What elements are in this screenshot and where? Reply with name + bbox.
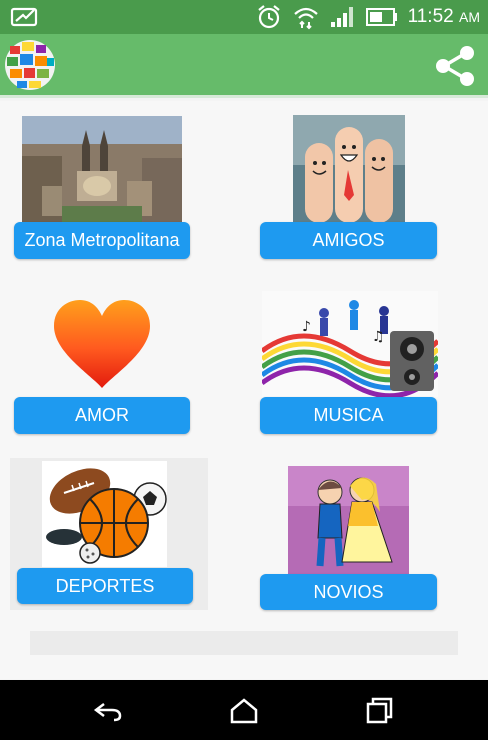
red-heart-icon	[54, 300, 150, 388]
svg-text:♪: ♪	[302, 319, 311, 335]
deportes-button[interactable]: DEPORTES	[17, 568, 193, 604]
share-icon[interactable]	[432, 44, 478, 88]
home-icon[interactable]	[228, 696, 260, 724]
finger-faces-photo	[293, 115, 405, 223]
novios-button[interactable]: NOVIOS	[260, 574, 437, 610]
category-card-deportes[interactable]: DEPORTES	[0, 456, 244, 626]
amigos-label: AMIGOS	[312, 230, 385, 250]
colorful-globe-logo-icon[interactable]	[2, 36, 58, 94]
signal-icon	[330, 7, 353, 27]
category-card-musica[interactable]: ♪ ♫ MUSICA	[244, 286, 488, 456]
amor-label: AMOR	[75, 405, 129, 425]
musica-label: MUSICA	[313, 405, 384, 425]
status-bar: 11:52 AM	[0, 0, 488, 34]
message-app-icon	[10, 7, 38, 27]
wifi-icon	[293, 7, 318, 30]
recents-icon[interactable]	[364, 696, 396, 724]
alarm-icon	[257, 5, 280, 29]
category-grid: Zona Metropolitana AMIGOS AMOR ♪ ♫ MUSIC…	[0, 101, 488, 679]
status-time: 11:52 AM	[407, 6, 480, 27]
sports-balls-image	[42, 461, 167, 567]
deportes-label: DEPORTES	[55, 575, 155, 596]
bride-groom-cartoon-image	[288, 466, 409, 574]
city-skyline-photo	[22, 116, 182, 222]
zona-metropolitana-label: Zona Metropolitana	[24, 230, 180, 250]
back-icon[interactable]	[92, 696, 124, 724]
navigation-bar	[0, 680, 488, 740]
category-card-amor[interactable]: AMOR	[0, 286, 244, 456]
category-card-amigos[interactable]: AMIGOS	[244, 101, 488, 271]
battery-icon	[365, 8, 397, 26]
app-bar	[0, 34, 488, 98]
category-card-novios[interactable]: NOVIOS	[244, 456, 488, 626]
musica-button[interactable]: MUSICA	[260, 397, 437, 434]
amor-button[interactable]: AMOR	[14, 397, 190, 434]
music-speaker-dancers-image: ♪ ♫	[262, 291, 438, 397]
novios-label: NOVIOS	[313, 581, 384, 602]
bottom-shadow	[30, 631, 458, 655]
svg-text:♫: ♫	[372, 329, 385, 345]
amigos-button[interactable]: AMIGOS	[260, 222, 437, 259]
zona-metropolitana-button[interactable]: Zona Metropolitana	[14, 222, 190, 259]
category-card-zona-metropolitana[interactable]: Zona Metropolitana	[0, 101, 244, 271]
